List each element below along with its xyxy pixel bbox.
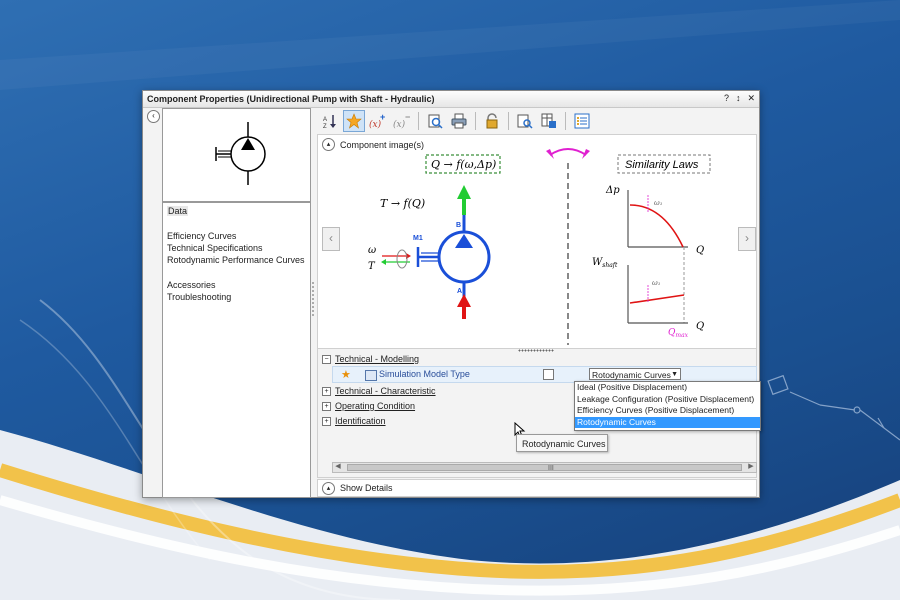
expand-toggle[interactable]: + [322, 416, 331, 426]
scroll-thumb[interactable]: III [347, 464, 742, 472]
table-calc-icon[interactable] [538, 110, 560, 132]
list-view-icon[interactable] [571, 110, 593, 132]
green-arrow-head-icon [457, 185, 471, 199]
section-operating-condition[interactable]: + Operating Condition [322, 401, 415, 411]
section-label[interactable]: Technical - Characteristic [335, 386, 436, 396]
list-item-troubleshooting[interactable]: Troubleshooting [167, 292, 231, 302]
model-type-dropdown[interactable]: Ideal (Positive Displacement) Leakage Co… [574, 381, 761, 431]
toolbar-separator [565, 111, 566, 130]
t-label: T [368, 261, 376, 272]
collapse-left-button[interactable]: ‹ [147, 110, 160, 123]
scroll-grip: III [548, 465, 554, 472]
scroll-left-icon[interactable]: ◀ [333, 463, 343, 471]
data-header: Data [167, 206, 189, 216]
list-item-rotodynamic-curves[interactable]: Rotodynamic Performance Curves [167, 255, 305, 265]
user-search-icon[interactable] [514, 110, 536, 132]
simulation-model-combo[interactable]: Rotodynamic Curves ▼ [589, 368, 681, 380]
print-preview-icon[interactable] [424, 110, 446, 132]
remove-variable-icon[interactable]: (x) − [391, 110, 413, 132]
q-axis-label-bottom: Q [696, 321, 704, 332]
section-label[interactable]: Operating Condition [335, 401, 415, 411]
title-bar[interactable]: Component Properties (Unidirectional Pum… [143, 91, 759, 108]
dp-curve [629, 204, 684, 248]
list-item-technical-specifications[interactable]: Technical Specifications [167, 243, 263, 253]
lock-icon[interactable] [481, 110, 503, 132]
dp-axis-label: Δp [605, 185, 620, 196]
section-identification[interactable]: + Identification [322, 416, 386, 426]
help-button[interactable]: ? [724, 93, 729, 104]
omega1-label-top: ω₁ [654, 199, 663, 207]
port-a-label: A [457, 288, 462, 295]
section-label[interactable]: Identification [335, 416, 386, 426]
svg-text:+: + [380, 113, 385, 122]
option-efficiency[interactable]: Efficiency Curves (Positive Displacement… [575, 405, 760, 417]
wshaft-axis-label: Wshaft [592, 257, 618, 269]
horizontal-splitter-grip[interactable] [518, 349, 554, 352]
svg-text:A: A [323, 117, 327, 123]
chevron-down-icon[interactable]: ▼ [671, 369, 678, 381]
property-grid: − Technical - Modelling ★ Simulation Mod… [317, 348, 761, 478]
pump-schematic: Q → f(ω,Δp) T → f(Q) B A M1 ω T Similari… [368, 148, 711, 345]
favorites-star-icon[interactable] [343, 109, 365, 132]
scroll-right-icon[interactable]: ▶ [746, 463, 756, 471]
omega-label: ω [368, 245, 376, 256]
torque-formula: T → f(Q) [380, 197, 425, 210]
component-preview [162, 108, 311, 202]
property-checkbox[interactable] [543, 369, 554, 380]
section-technical-characteristic[interactable]: + Technical - Characteristic [322, 386, 436, 396]
list-item-efficiency-curves[interactable]: Efficiency Curves [167, 231, 236, 241]
expand-details-icon[interactable]: ▴ [322, 481, 335, 495]
section-label[interactable]: Technical - Modelling [335, 354, 419, 364]
show-details-label[interactable]: Show Details [340, 483, 393, 493]
expand-toggle[interactable]: + [322, 401, 331, 411]
svg-text:Z: Z [323, 124, 327, 129]
toolbar-separator [475, 111, 476, 130]
horizontal-scrollbar[interactable]: ◀ III ▶ [332, 462, 757, 473]
show-details-bar[interactable]: ▴ Show Details [317, 479, 757, 497]
collapse-toggle[interactable]: − [322, 354, 331, 364]
favorite-star-icon[interactable]: ★ [341, 368, 351, 381]
list-item-accessories[interactable]: Accessories [167, 280, 216, 290]
data-list: Data Efficiency Curves Technical Specifi… [162, 202, 311, 498]
q-axis-label-top: Q [696, 245, 704, 256]
pump-symbol-icon [215, 122, 266, 185]
sort-az-icon[interactable]: AZ [319, 110, 341, 132]
wshaft-curve [629, 294, 685, 304]
section-technical-modelling[interactable]: − Technical - Modelling [322, 354, 419, 364]
rotation-icon [396, 249, 408, 269]
qmax-label: Qmax [668, 328, 689, 339]
combo-value: Rotodynamic Curves [592, 370, 671, 380]
option-leakage[interactable]: Leakage Configuration (Positive Displace… [575, 394, 760, 406]
print-icon[interactable] [448, 110, 470, 132]
m1-label: M1 [413, 235, 423, 242]
option-ideal[interactable]: Ideal (Positive Displacement) [575, 382, 760, 394]
toolbar-separator [418, 111, 419, 130]
property-type-icon [365, 370, 377, 381]
similarity-title: Similarity Laws [625, 159, 699, 171]
top-formula: Q → f(ω,Δp) [431, 158, 496, 171]
option-rotodynamic[interactable]: Rotodynamic Curves [575, 416, 760, 428]
toolbar-separator [508, 111, 509, 130]
tooltip: Rotodynamic Curves [516, 434, 608, 452]
expand-toggle[interactable]: + [322, 386, 331, 396]
decorative-circuit-icon [767, 374, 900, 441]
window-title: Component Properties (Unidirectional Pum… [147, 94, 435, 104]
property-name: Simulation Model Type [379, 369, 470, 379]
svg-text:(x): (x) [393, 119, 406, 129]
pin-button[interactable]: ↕ [736, 93, 741, 104]
component-images-panel: ▴ Component image(s) ‹ › Q → f(ω,Δp) T →… [317, 134, 757, 350]
magenta-swap-icon [549, 148, 587, 156]
add-variable-icon[interactable]: (x) + [367, 110, 389, 132]
vertical-splitter[interactable] [312, 281, 314, 317]
red-arrow-head-icon [457, 294, 471, 307]
port-b-label: B [456, 222, 461, 229]
left-panel: ‹ Data Efficiency Curves Technical Speci… [143, 108, 311, 498]
omega1-label-bottom: ω₁ [652, 279, 661, 287]
component-properties-window[interactable]: Component Properties (Unidirectional Pum… [142, 90, 761, 498]
toolbar: AZ (x) + (x) − [317, 108, 759, 133]
close-button[interactable]: ✕ [747, 93, 755, 104]
svg-text:−: − [405, 113, 410, 122]
